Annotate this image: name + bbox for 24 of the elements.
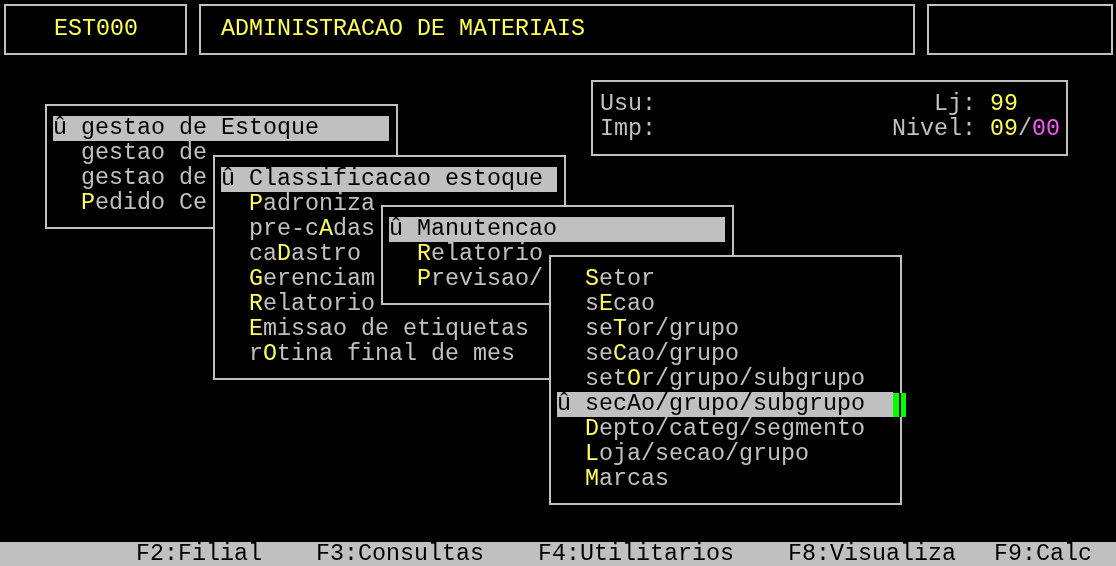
field-value: Lj: 99 (934, 92, 1018, 117)
field-value: Nivel: 09/00 (892, 117, 1060, 142)
function-key-label[interactable]: F9:Calc (994, 542, 1092, 566)
menu-item[interactable]: seCao/grupo (557, 342, 893, 367)
field-label: Usu: (600, 92, 656, 117)
menu-item[interactable]: û gestao de Estoque (53, 116, 389, 141)
menu-item[interactable]: Loja/secao/grupo (557, 442, 893, 467)
menu-item[interactable]: seTor/grupo (557, 317, 893, 342)
cursor-icon (893, 393, 906, 417)
function-key-label[interactable]: F8:Visualiza (788, 542, 956, 566)
menu-item[interactable]: sEcao (557, 292, 893, 317)
function-key-label[interactable]: F4:Utilitarios (538, 542, 734, 566)
menu-item[interactable]: û secAo/grupo/subgrupo (557, 392, 893, 417)
menu-item[interactable]: û Manutencao (389, 217, 725, 242)
menu-item[interactable]: Marcas (557, 467, 893, 492)
menu-item[interactable]: Depto/categ/segmento (557, 417, 893, 442)
screen-title: ADMINISTRACAO DE MATERIAIS (221, 17, 585, 42)
field-label: Imp: (600, 117, 656, 142)
menu-item[interactable]: Setor (557, 267, 893, 292)
menu-item[interactable]: û Classificacao estoque (221, 167, 557, 192)
function-key-label[interactable]: F2:Filial (136, 542, 262, 566)
menu-item[interactable]: setOr/grupo/subgrupo (557, 367, 893, 392)
program-code: EST000 (54, 17, 138, 42)
function-key-label[interactable]: F3:Consultas (316, 542, 484, 566)
